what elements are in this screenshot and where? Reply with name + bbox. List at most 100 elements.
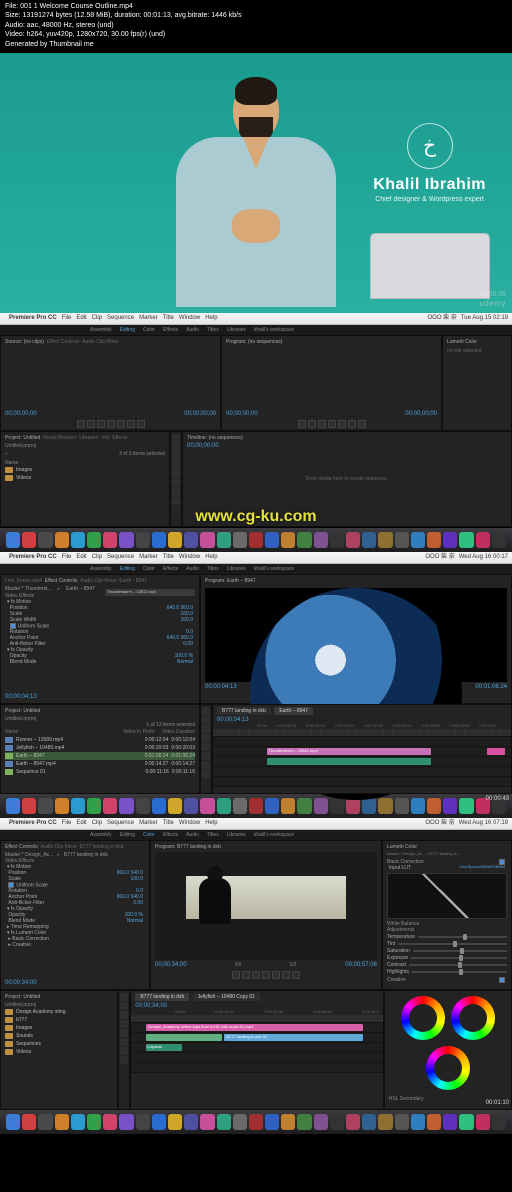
dock-app-icon[interactable]	[411, 798, 425, 814]
dock-app-icon[interactable]	[119, 1114, 133, 1130]
dock-app-icon[interactable]	[346, 1114, 360, 1130]
timeline-audio-clip[interactable]	[267, 758, 431, 765]
clip-row-selected[interactable]: Earth – 89470:01:06:240:01:06:24	[5, 752, 195, 760]
lumetri-slider[interactable]: Exposure	[387, 955, 507, 961]
dock-app-icon[interactable]	[233, 1114, 247, 1130]
dock-app-icon[interactable]	[38, 798, 52, 814]
dock-app-icon[interactable]	[6, 532, 20, 548]
dock-app-icon[interactable]	[103, 798, 117, 814]
dock-app-icon[interactable]	[427, 798, 441, 814]
workspace-tabs-3[interactable]: AssemblyEditingColorEffectsAudioTitlesLi…	[0, 830, 512, 840]
program-panel[interactable]: Program: (no sequences) 00;00;00;00 00;0…	[221, 335, 442, 431]
dock-app-icon[interactable]	[217, 798, 231, 814]
dock-app-icon[interactable]	[459, 798, 473, 814]
timeline-panel-3[interactable]: B777 landing in dxb Jellyfish – 10480 Co…	[130, 990, 383, 1110]
timeline-clip[interactable]	[487, 748, 505, 755]
dock-app-icon[interactable]	[55, 798, 69, 814]
dock-app-icon[interactable]	[476, 1114, 490, 1130]
clip-row[interactable]: Earth – 8947.mp40:00:14:270:00:14:27	[5, 760, 195, 768]
dock-app-icon[interactable]	[362, 532, 376, 548]
lumetri-panel-3[interactable]: Lumetri Color Master * Design_Ac... • B7…	[382, 840, 512, 990]
menu-help[interactable]: Help	[205, 315, 217, 322]
tab-audio[interactable]: Audio	[186, 327, 199, 333]
menu-sequence[interactable]: Sequence	[107, 315, 134, 322]
app-name[interactable]: Premiere Pro CC	[9, 315, 57, 322]
timeline-panel-2[interactable]: B777 landing in dxb Earth – 8947 00;00;0…	[212, 704, 512, 794]
lumetri-panel-1[interactable]: Lumetri Color no clip selected	[442, 335, 512, 431]
dock-app-icon[interactable]	[378, 798, 392, 814]
clip-row[interactable]: Runner – 13589.mp40:00:12:040:00:12:04	[5, 736, 195, 744]
dock-app-icon[interactable]	[152, 798, 166, 814]
dock-app-icon[interactable]	[87, 532, 101, 548]
tool-palette[interactable]	[200, 704, 212, 794]
dock-app-icon[interactable]	[378, 1114, 392, 1130]
dock-app-icon[interactable]	[362, 798, 376, 814]
dock-app-icon[interactable]	[200, 798, 214, 814]
dock-app-icon[interactable]	[233, 532, 247, 548]
dock-app-icon[interactable]	[443, 1114, 457, 1130]
dock-app-icon[interactable]	[87, 1114, 101, 1130]
dock-app-icon[interactable]	[330, 532, 344, 548]
dock-app-icon[interactable]	[38, 532, 52, 548]
dock-app-icon[interactable]	[22, 798, 36, 814]
program-panel-3[interactable]: Program: B777 landing in dxb 00;00;34;00…	[150, 840, 382, 990]
clip-row[interactable]: Sequence 010:00:11:160:00:11:16	[5, 768, 195, 776]
workspace-tabs-2[interactable]: AssemblyEditingColorEffectsAudioTitlesLi…	[0, 564, 512, 574]
lumetri-wheels-panel[interactable]: HSL Secondary 00:01:10	[384, 990, 512, 1110]
project-panel-3[interactable]: Project: Untitled Untitled.prproj Design…	[0, 990, 118, 1110]
lumetri-slider[interactable]: Tint	[387, 941, 507, 947]
lumetri-slider[interactable]: Contrast	[387, 962, 507, 968]
bin-images[interactable]: Images	[5, 466, 165, 474]
dock-app-icon[interactable]	[395, 532, 409, 548]
dock-app-icon[interactable]	[346, 532, 360, 548]
dock-app-icon[interactable]	[184, 798, 198, 814]
dock-app-icon[interactable]	[459, 1114, 473, 1130]
program-transport-3[interactable]	[155, 971, 377, 979]
dock-app-icon[interactable]	[119, 532, 133, 548]
clip-row[interactable]: Jellyfish – 10480.mp40:00:20:030:00:20:0…	[5, 744, 195, 752]
dock-app-icon[interactable]	[184, 1114, 198, 1130]
dock-app-icon[interactable]	[265, 1114, 279, 1130]
dock-app-icon[interactable]	[362, 1114, 376, 1130]
dock-app-icon[interactable]	[136, 1114, 150, 1130]
tab-color[interactable]: Color	[143, 327, 155, 333]
dock-app-icon[interactable]	[22, 532, 36, 548]
dock-app-icon[interactable]	[297, 532, 311, 548]
project-panel-2[interactable]: Project: Untitled Untitled.prproj 1 of 1…	[0, 704, 200, 794]
timeline-clip[interactable]	[146, 1034, 221, 1041]
dock-app-icon[interactable]	[71, 1114, 85, 1130]
source-transport[interactable]	[1, 420, 220, 428]
menu-window[interactable]: Window	[179, 315, 200, 322]
program-panel-2[interactable]: Program: Earth – 8947 00;00;04;13 Fit 1/…	[200, 574, 512, 704]
dock-app-icon[interactable]	[492, 532, 506, 548]
menu-file[interactable]: File	[62, 315, 72, 322]
dock-app-icon[interactable]	[55, 532, 69, 548]
tool-palette[interactable]	[118, 990, 130, 1110]
dock-app-icon[interactable]	[168, 532, 182, 548]
dock-app-icon[interactable]	[476, 532, 490, 548]
dock-app-icon[interactable]	[249, 1114, 263, 1130]
tab-assembly[interactable]: Assembly	[90, 327, 112, 333]
color-wheel-highlights[interactable]	[426, 1046, 470, 1090]
tab-khalil[interactable]: khalil's workspace	[254, 327, 294, 333]
dock-app-icon[interactable]	[443, 798, 457, 814]
dock-app-icon[interactable]	[184, 532, 198, 548]
color-wheel-midtones[interactable]	[451, 996, 495, 1040]
dock-app-icon[interactable]	[346, 798, 360, 814]
menu-marker[interactable]: Marker	[139, 315, 158, 322]
dock-app-icon[interactable]	[314, 1114, 328, 1130]
dock-app-icon[interactable]	[103, 1114, 117, 1130]
dock-app-icon[interactable]	[6, 1114, 20, 1130]
mac-menubar-2[interactable]: Premiere Pro CC FileEditClipSequenceMark…	[0, 552, 512, 564]
program-transport[interactable]	[222, 420, 441, 428]
lumetri-slider[interactable]: Saturation	[387, 948, 507, 954]
bin-videos[interactable]: Videos	[5, 474, 165, 482]
effect-controls-panel[interactable]: Live_freeze.mp4 Effect Controls Audio Cl…	[0, 574, 200, 704]
dock-app-icon[interactable]	[87, 798, 101, 814]
effect-controls-panel-3[interactable]: Effect Controls Audio Clip Mixer: B777 l…	[0, 840, 150, 990]
menu-clip[interactable]: Clip	[92, 315, 102, 322]
lumetri-slider[interactable]: Highlights	[387, 969, 507, 975]
mac-dock-2[interactable]	[0, 794, 512, 818]
dock-app-icon[interactable]	[281, 1114, 295, 1130]
dock-app-icon[interactable]	[71, 532, 85, 548]
